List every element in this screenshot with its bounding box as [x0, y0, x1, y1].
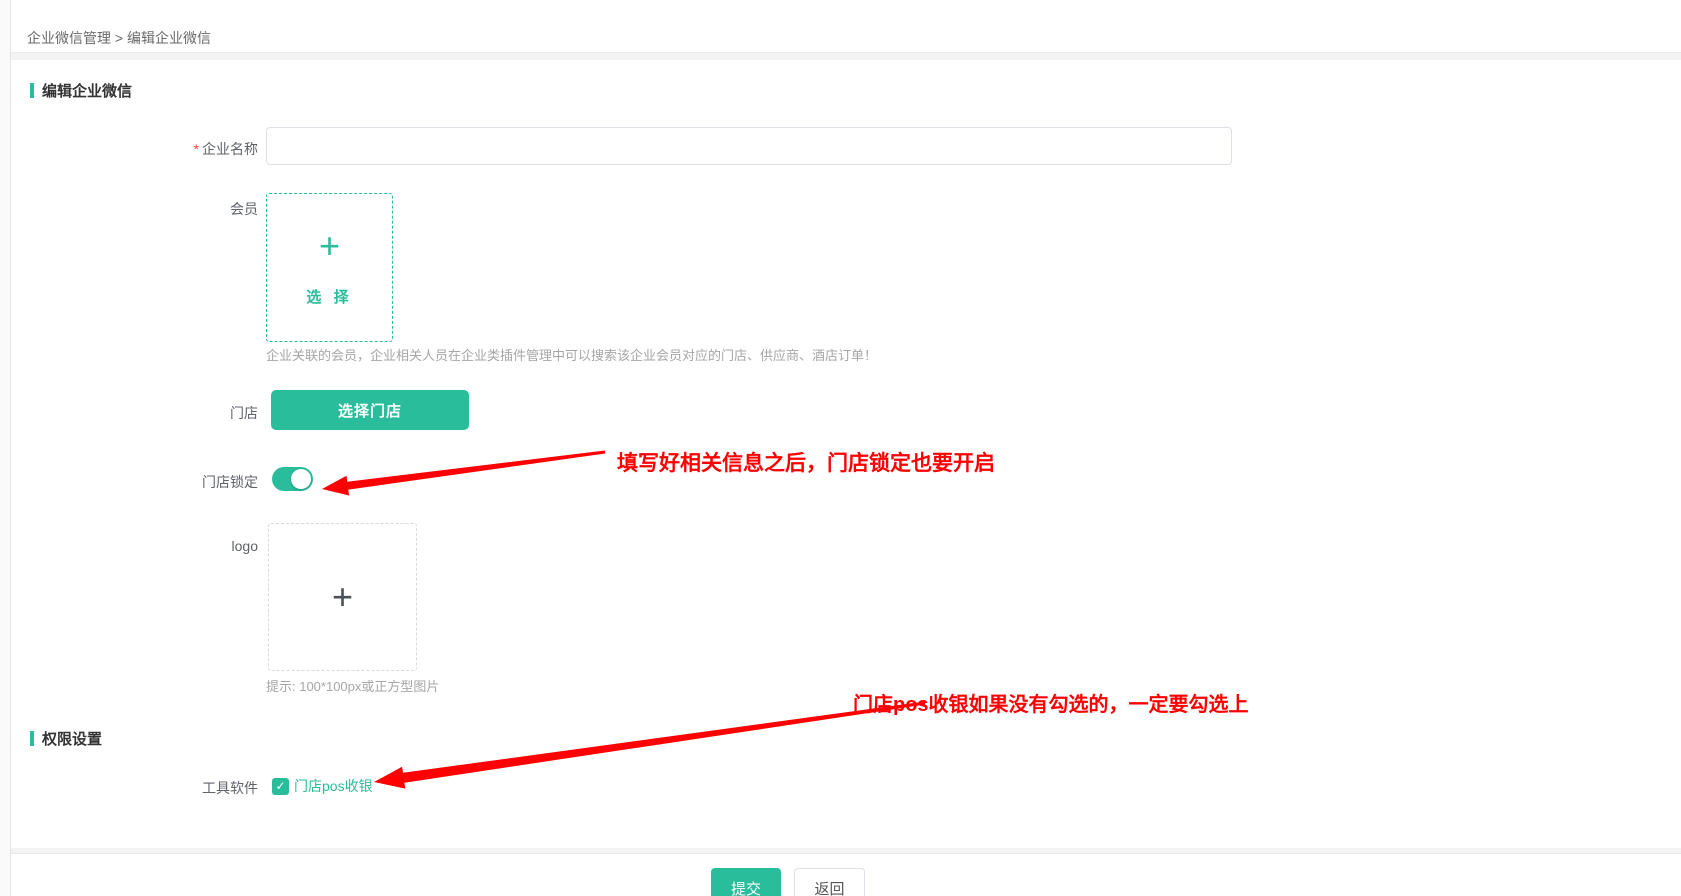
- page: 企业微信管理 > 编辑企业微信 编辑企业微信 *企业名称 会员 + 选 择 企业…: [0, 0, 1681, 896]
- check-icon: ✓: [275, 778, 285, 795]
- pos-checkbox-row[interactable]: ✓ 门店pos收银: [272, 776, 373, 796]
- select-store-button[interactable]: 选择门店: [271, 390, 469, 430]
- section-title-edit: 编辑企业微信: [30, 80, 132, 101]
- logo-label: logo: [0, 538, 258, 554]
- annotation-pos-checkbox: 门店pos收银如果没有勾选的，一定要勾选上: [853, 688, 1249, 717]
- section-bar: [30, 731, 34, 746]
- plus-icon: +: [319, 228, 340, 264]
- company-name-input[interactable]: [266, 127, 1232, 165]
- logo-upload-box[interactable]: +: [268, 523, 417, 671]
- section-title-text: 编辑企业微信: [42, 83, 132, 100]
- collapsed-sidebar: [0, 0, 11, 896]
- breadcrumb[interactable]: 企业微信管理 > 编辑企业微信: [27, 28, 211, 48]
- annotation-store-lock: 填写好相关信息之后，门店锁定也要开启: [617, 447, 995, 477]
- company-name-label: *企业名称: [0, 139, 258, 159]
- store-label: 门店: [0, 403, 258, 423]
- required-asterisk: *: [194, 141, 199, 157]
- checkbox-checked-icon[interactable]: ✓: [272, 778, 289, 795]
- member-help-text: 企业关联的会员，企业相关人员在企业类插件管理中可以搜索该企业会员对应的门店、供应…: [266, 345, 877, 364]
- member-select-label: 选 择: [306, 286, 352, 307]
- member-upload-box[interactable]: + 选 择: [266, 193, 393, 342]
- footer-bar: 提交 返回: [11, 853, 1681, 896]
- submit-button[interactable]: 提交: [711, 868, 781, 896]
- toggle-knob-icon: [291, 469, 311, 489]
- member-label: 会员: [0, 199, 258, 219]
- breadcrumb-bar: 企业微信管理 > 编辑企业微信: [11, 0, 1681, 53]
- section-title-text: 权限设置: [42, 731, 102, 748]
- store-lock-label: 门店锁定: [0, 472, 258, 492]
- back-button[interactable]: 返回: [794, 868, 865, 896]
- logo-hint-text: 提示: 100*100px或正方型图片: [266, 676, 439, 695]
- company-name-label-text: 企业名称: [202, 141, 258, 157]
- pos-checkbox-label[interactable]: 门店pos收银: [294, 776, 373, 796]
- tools-label: 工具软件: [0, 778, 258, 798]
- store-lock-toggle[interactable]: [272, 467, 313, 491]
- section-title-permissions: 权限设置: [30, 728, 102, 749]
- section-bar: [30, 83, 34, 98]
- plus-icon: +: [332, 579, 353, 615]
